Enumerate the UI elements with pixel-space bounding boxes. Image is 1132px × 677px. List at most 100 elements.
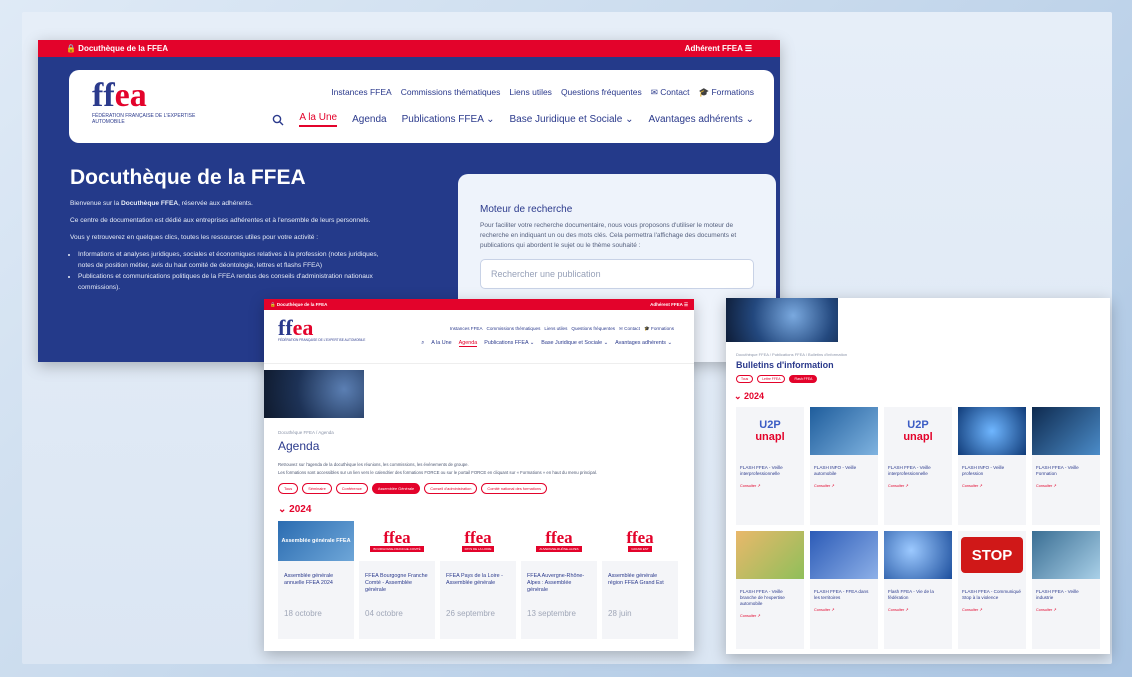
- nav-liens[interactable]: Liens utiles: [544, 326, 567, 332]
- nav-formations[interactable]: 🎓 Formations: [644, 326, 674, 332]
- top-bar: 🔒 Docuthèque de la FFEA Adhérent FFEA ☰: [38, 40, 780, 57]
- search-input[interactable]: Rechercher une publication: [480, 259, 754, 289]
- nav-instances[interactable]: Instances FFEA: [331, 87, 391, 98]
- event-date: 13 septembre: [527, 609, 576, 618]
- nav-a-la-une[interactable]: A la Une: [299, 112, 338, 127]
- filter-pill[interactable]: Séminaire: [302, 483, 332, 494]
- event-title: Assemblée générale annuelle FFEA 2024: [284, 573, 334, 586]
- nav-faq[interactable]: Questions fréquentes: [561, 87, 642, 98]
- nav-base-juridique[interactable]: Base Juridique et Sociale ⌄: [541, 340, 608, 347]
- event-image: ffea PAYS DE LA LOIRE: [440, 521, 516, 561]
- search-icon[interactable]: [272, 114, 284, 126]
- bulletin-card[interactable]: FLASH FFEA - Veille Formation Consulter …: [1032, 407, 1100, 525]
- nav-agenda[interactable]: Agenda: [458, 340, 478, 347]
- member-menu-button[interactable]: Adhérent FFEA ☰: [685, 44, 752, 53]
- filter-pill[interactable]: Comité national des formations: [481, 483, 548, 494]
- consult-link[interactable]: Consulter ↗: [1036, 607, 1096, 612]
- nav-agenda[interactable]: Agenda: [352, 114, 386, 125]
- event-image: ffea BOURGOGNE-FRANCHE-COMTÉ: [359, 521, 435, 561]
- consult-link[interactable]: Consulter ↗: [888, 483, 948, 488]
- site-name-link[interactable]: 🔒 Docuthèque de la FFEA: [66, 44, 168, 53]
- breadcrumb[interactable]: Docuthèque FFEA / Agenda: [278, 430, 694, 435]
- logo-tagline: FÉDÉRATION FRANÇAISE DE L'EXPERTISE AUTO…: [92, 113, 196, 125]
- event-image: Assemblée générale FFEA: [278, 521, 354, 561]
- nav-publications[interactable]: Publications FFEA ⌄: [402, 114, 495, 125]
- site-name-link[interactable]: 🔒 Docuthèque de la FFEA: [270, 302, 327, 308]
- nav-avantages[interactable]: Avantages adhérents ⌄: [649, 114, 755, 125]
- site-header: ffea FÉDÉRATION FRANÇAISE DE L'EXPERTISE…: [69, 70, 774, 143]
- year-heading[interactable]: ⌄ 2024: [734, 391, 1110, 402]
- consult-link[interactable]: Consulter ↗: [962, 607, 1022, 612]
- event-date: 18 octobre: [284, 609, 322, 618]
- filter-pill[interactable]: Conseil d'administration: [424, 483, 478, 494]
- bulletin-image: [736, 531, 804, 579]
- breadcrumb[interactable]: Docuthèque FFEA / Publications FFEA / Bu…: [736, 352, 1110, 357]
- bulletin-card[interactable]: FLASH INFO - Veille automobile Consulter…: [810, 407, 878, 525]
- consult-link[interactable]: Consulter ↗: [740, 613, 800, 618]
- nav-contact[interactable]: ✉ Contact: [651, 87, 690, 98]
- nav-instances[interactable]: Instances FFEA: [450, 326, 483, 332]
- event-card[interactable]: ffea GRAND EST Assemblée générale région …: [602, 521, 678, 639]
- consult-link[interactable]: Consulter ↗: [740, 483, 800, 488]
- nav-commissions[interactable]: Commissions thématiques: [401, 87, 501, 98]
- bulletin-image: U2P unapl: [755, 419, 785, 443]
- event-title: FFEA Bourgogne Franche Comté - Assemblée…: [365, 573, 428, 593]
- event-image: ffea AUVERGNE-RHÔNE-ALPES: [521, 521, 597, 561]
- year-heading[interactable]: ⌄ 2024: [278, 504, 694, 515]
- bulletin-title: FLASH FFEA - Veille interprofessionnelle: [740, 465, 783, 476]
- filter-pill-active[interactable]: Assemblée Générale: [371, 483, 421, 494]
- nav-faq[interactable]: Questions fréquentes: [571, 326, 615, 332]
- bulletin-card[interactable]: FLASH FFEA - Veille industrie Consulter …: [1032, 531, 1100, 649]
- nav-contact[interactable]: ✉ Contact: [619, 326, 640, 332]
- consult-link[interactable]: Consulter ↗: [888, 607, 948, 612]
- bulletin-image: STOP: [958, 531, 1026, 579]
- event-card[interactable]: Assemblée générale FFEA Assemblée généra…: [278, 521, 354, 639]
- bulletin-card[interactable]: FLASH FFEA - Veille branche de l'experti…: [736, 531, 804, 649]
- event-title: FFEA Pays de la Loire - Assemblée généra…: [446, 573, 503, 586]
- page-title: Agenda: [278, 439, 320, 453]
- filter-pill[interactable]: Tous: [278, 483, 299, 494]
- nav-formations[interactable]: 🎓 Formations: [699, 87, 754, 98]
- secondary-nav: Instances FFEA Commissions thématiques L…: [331, 87, 754, 98]
- consult-link[interactable]: Consulter ↗: [1036, 483, 1096, 488]
- nav-base-juridique[interactable]: Base Juridique et Sociale ⌄: [509, 114, 633, 125]
- site-header: ffea FÉDÉRATION FRANÇAISE DE L'EXPERTISE…: [264, 310, 694, 364]
- consult-link[interactable]: Consulter ↗: [814, 607, 874, 612]
- nav-publications[interactable]: Publications FFEA ⌄: [484, 340, 534, 347]
- event-card[interactable]: ffea AUVERGNE-RHÔNE-ALPES FFEA Auvergne-R…: [521, 521, 597, 639]
- bulletin-card[interactable]: Flash FFEA - Vie de la fédération Consul…: [884, 531, 952, 649]
- event-cards: Assemblée générale FFEA Assemblée généra…: [278, 521, 694, 639]
- filter-pill-active[interactable]: Flash FFEA: [789, 375, 818, 383]
- event-date: 04 octobre: [365, 609, 403, 618]
- bulletin-card[interactable]: FLASH FFEA - FFEA dans les territoires C…: [810, 531, 878, 649]
- event-card[interactable]: ffea BOURGOGNE-FRANCHE-COMTÉ FFEA Bourgog…: [359, 521, 435, 639]
- consult-link[interactable]: Consulter ↗: [962, 483, 1022, 488]
- bulletin-image: [1032, 531, 1100, 579]
- nav-avantages[interactable]: Avantages adhérents ⌄: [615, 340, 672, 347]
- bulletin-card[interactable]: U2P unapl FLASH FFEA - Veille interprofes…: [884, 407, 952, 525]
- nav-liens[interactable]: Liens utiles: [509, 87, 552, 98]
- bulletin-image: [810, 407, 878, 455]
- bulletin-card[interactable]: U2P unapl FLASH FFEA - Veille interprofes…: [736, 407, 804, 525]
- agenda-screenshot: 🔒 Docuthèque de la FFEA Adhérent FFEA ☰ …: [264, 299, 694, 651]
- event-date: 28 juin: [608, 609, 632, 618]
- bulletin-grid: U2P unapl FLASH FFEA - Veille interprofes…: [736, 407, 1110, 649]
- member-menu-button[interactable]: Adhérent FFEA ☰: [650, 302, 688, 308]
- search-icon[interactable]: ⌕: [421, 340, 424, 347]
- filter-pill[interactable]: Tous: [736, 375, 754, 383]
- nav-commissions[interactable]: Commissions thématiques: [487, 326, 541, 332]
- event-card[interactable]: ffea PAYS DE LA LOIRE FFEA Pays de la Loi…: [440, 521, 516, 639]
- bulletin-card[interactable]: FLASH INFO - Veille profession Consulter…: [958, 407, 1026, 525]
- ffea-logo[interactable]: ffea FÉDÉRATION FRANÇAISE DE L'EXPERTISE…: [92, 79, 212, 133]
- secondary-nav: Instances FFEA Commissions thématiques L…: [450, 326, 674, 332]
- filter-pill[interactable]: Lettre FFEA: [757, 375, 786, 383]
- filter-pill[interactable]: Conférence: [335, 483, 368, 494]
- nav-a-la-une[interactable]: A la Une: [431, 340, 451, 347]
- hero-image: [726, 298, 838, 342]
- bulletin-card[interactable]: STOP FLASH FFEA - Communiqué Stop à la v…: [958, 531, 1026, 649]
- bulletin-image: [810, 531, 878, 579]
- consult-link[interactable]: Consulter ↗: [814, 483, 874, 488]
- stop-sign-icon: STOP: [961, 537, 1023, 573]
- ffea-logo[interactable]: ffea FÉDÉRATION FRANÇAISE DE L'EXPERTISE…: [278, 317, 365, 343]
- bulletin-image: [884, 531, 952, 579]
